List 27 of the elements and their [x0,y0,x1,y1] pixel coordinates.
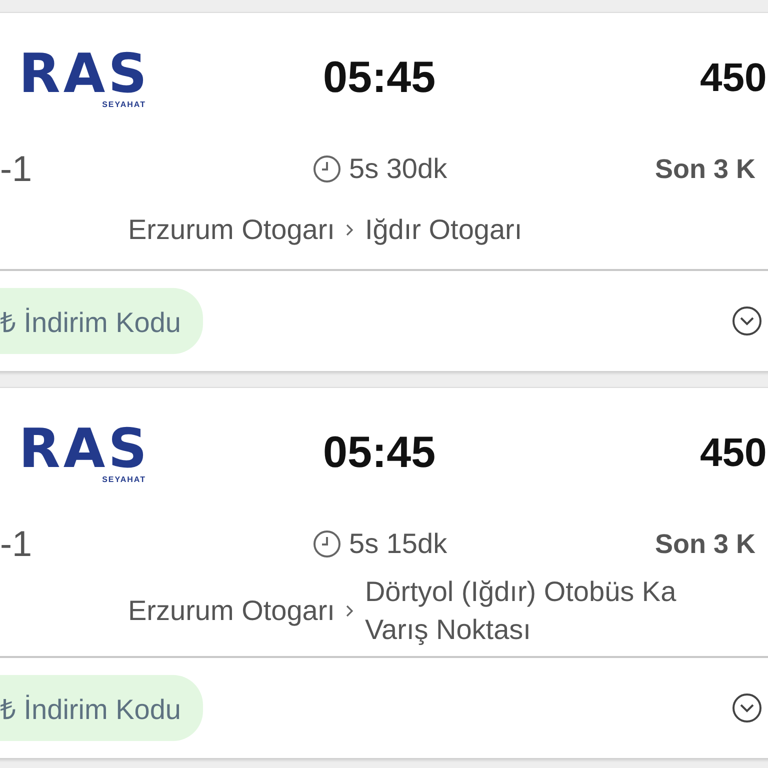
duration: 5s 15dk [349,528,448,560]
origin-station: Erzurum Otogarı [128,214,335,246]
price: 450 [699,56,768,100]
seats-left: Son 3 K [654,154,757,184]
clock-icon [313,530,341,558]
chevron-right-icon [344,604,355,618]
chevron-right-icon [344,223,355,237]
expand-icon[interactable] [732,306,762,336]
discount-badge: ₺ İndirim Kodu [0,675,203,741]
expand-icon[interactable] [732,693,762,723]
clock-icon [313,155,341,183]
destination-station: Iğdır Otogarı [364,214,522,246]
seats-left: Son 3 K [654,528,757,560]
origin-station: Erzurum Otogarı [128,595,335,627]
bus-type-text: -1 [0,148,34,190]
company-logo: RAS [18,48,150,100]
destination-station: Dörtyol (Iğdır) Otobüs Ka [364,576,676,608]
duration: 5s 30dk [349,153,448,185]
price: 450 [699,430,768,476]
logo-tagline: SEYAHAT [102,474,146,484]
departure-time: 05:45 [322,53,437,103]
discount-badge: ₺ İndirim Kodu [0,288,203,354]
bus-type-text: -1 [0,523,34,565]
logo-tagline: SEYAHAT [102,100,146,108]
company-logo: RAS [18,422,150,474]
departure-time: 05:45 [322,428,437,478]
destination-station: Varış Noktası [364,614,532,646]
